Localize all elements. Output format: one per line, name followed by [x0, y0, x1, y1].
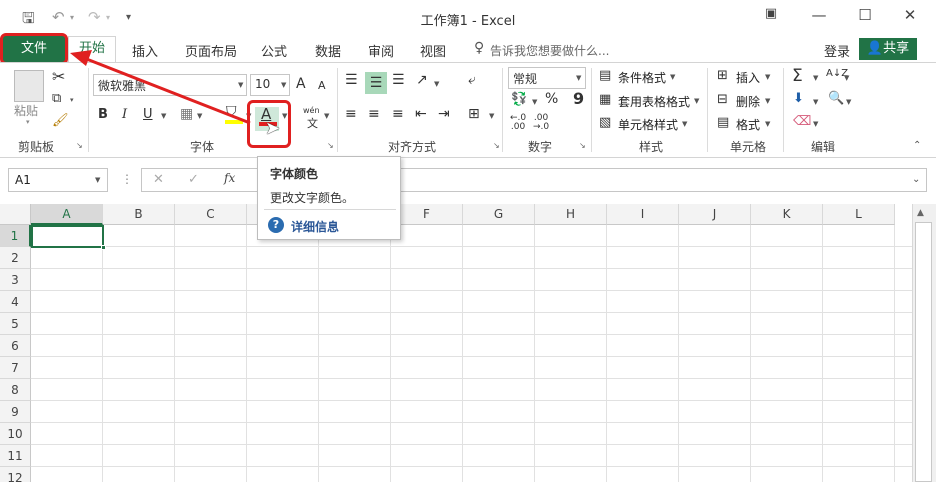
arrow-head: [70, 50, 92, 66]
annotation-arrow: [70, 50, 251, 125]
arrow-shaft: [83, 56, 251, 125]
